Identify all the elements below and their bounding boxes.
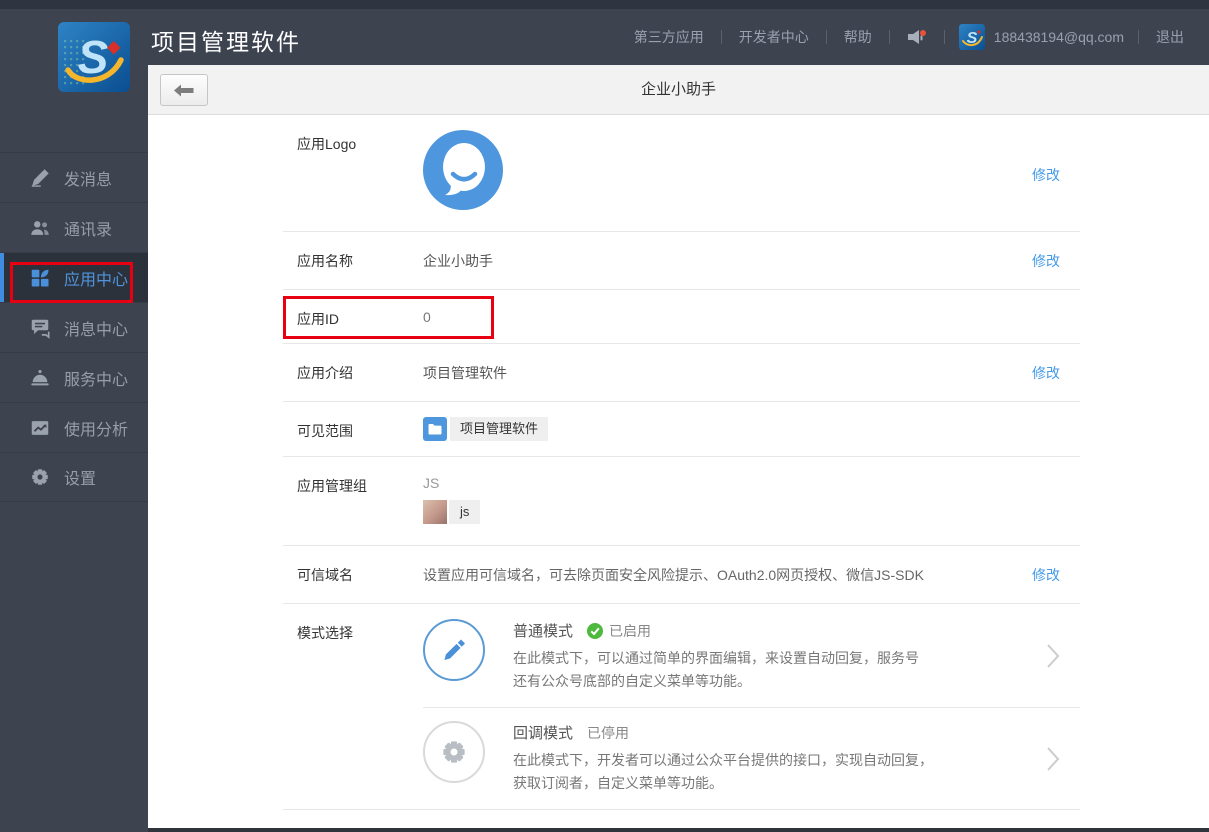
row-app-name: 应用名称 企业小助手 修改 — [283, 232, 1080, 290]
chevron-right-icon[interactable] — [1046, 643, 1060, 669]
department-tag-label: 项目管理软件 — [450, 417, 549, 441]
field-label: 应用Logo — [297, 136, 357, 152]
app-chat-bubble-logo — [423, 130, 503, 210]
nav-developer-center[interactable]: 开发者中心 — [722, 27, 826, 47]
mode-normal[interactable]: 普通模式 已启用 在此模式下，可以通过简单的界面编辑，来设置自动回复，服务号 还… — [423, 604, 1080, 707]
row-mode-select: 模式选择 普通模式 已启用 在此模式下，可以通过简单的界面编辑，来设置自动回复，… — [283, 604, 1080, 810]
page-title: 企业小助手 — [640, 81, 716, 98]
page-titlebar: 企业小助手 — [148, 65, 1209, 115]
back-button[interactable] — [160, 74, 208, 106]
sidebar-item-label: 应用中心 — [64, 271, 129, 289]
page: S 项目管理软件 第三方应用 开发者中心 帮助 S 188438194@qq.c… — [0, 0, 1209, 832]
admin-member-tag: js — [423, 500, 481, 524]
compose-icon — [31, 168, 49, 187]
field-label: 应用ID — [297, 311, 339, 327]
sidebar-item-label: 服务中心 — [64, 371, 129, 389]
modify-link[interactable]: 修改 — [1032, 251, 1060, 271]
announcement-speaker-icon[interactable] — [890, 28, 944, 46]
service-bell-icon — [31, 369, 49, 385]
sidebar-item-label: 消息中心 — [64, 321, 129, 339]
sidebar-item-label: 设置 — [64, 471, 97, 488]
mode-description-line2: 还有公众号底部的自定义菜单等功能。 — [513, 673, 751, 689]
sidebar-item-label: 发消息 — [64, 171, 113, 189]
mode-status-text: 已停用 — [587, 724, 630, 741]
admin-group-name: JS — [423, 475, 440, 491]
back-arrow-icon — [174, 84, 194, 96]
contacts-icon — [31, 220, 49, 235]
app-title: 项目管理软件 — [151, 29, 301, 55]
field-label: 模式选择 — [297, 625, 353, 641]
field-value: 0 — [423, 309, 431, 325]
sidebar-item-usage-analytics[interactable]: 使用分析 — [0, 402, 148, 452]
apps-icon — [31, 269, 49, 287]
modify-link[interactable]: 修改 — [1032, 565, 1060, 585]
sidebar-item-contacts[interactable]: 通讯录 — [0, 202, 148, 252]
chevron-right-icon[interactable] — [1046, 746, 1060, 772]
field-label: 可见范围 — [297, 423, 353, 439]
logout-button[interactable]: 退出 — [1139, 27, 1201, 47]
sidebar-item-send-message[interactable]: 发消息 — [0, 152, 148, 202]
pencil-mode-badge — [423, 619, 485, 681]
analytics-icon — [31, 420, 49, 435]
bottom-edge — [148, 828, 1209, 832]
main-content: 企业小助手 应用Logo 修改 应用名称 企业小助手 修改 应用ID 0 应用介… — [148, 65, 1209, 832]
modify-link[interactable]: 修改 — [1032, 363, 1060, 383]
chat-icon — [31, 319, 50, 339]
member-name: js — [449, 500, 481, 524]
pencil-icon — [444, 639, 465, 660]
sidebar: 发消息 通讯录 应用中心 消息中心 服务中心 使用分析 设置 — [0, 65, 148, 832]
mode-name: 普通模式 — [513, 623, 574, 640]
field-label: 应用管理组 — [297, 478, 367, 494]
row-app-logo: 应用Logo 修改 — [283, 115, 1080, 232]
field-value: 企业小助手 — [423, 253, 493, 269]
row-trusted-domain: 可信域名 设置应用可信域名，可去除页面安全风险提示、OAuth2.0网页授权、微… — [283, 546, 1080, 604]
member-avatar — [423, 500, 447, 524]
nav-help[interactable]: 帮助 — [827, 27, 889, 47]
row-visible-scope: 可见范围 项目管理软件 — [283, 402, 1080, 457]
field-value: 设置应用可信域名，可去除页面安全风险提示、OAuth2.0网页授权、微信JS-S… — [423, 567, 924, 583]
sidebar-item-label: 通讯录 — [64, 221, 113, 239]
top-navigation: 第三方应用 开发者中心 帮助 S 188438194@qq.com 退出 — [617, 9, 1201, 65]
department-folder-icon — [423, 417, 447, 441]
field-label: 应用介绍 — [297, 365, 353, 381]
app-settings-form: 应用Logo 修改 应用名称 企业小助手 修改 应用ID 0 应用介绍 项目管理… — [148, 115, 1209, 810]
company-logo: S — [58, 22, 130, 92]
sidebar-item-label: 使用分析 — [64, 421, 129, 439]
department-tag: 项目管理软件 — [423, 417, 549, 441]
user-avatar-icon: S — [958, 24, 985, 50]
mode-description-line2: 获取订阅者，自定义菜单等功能。 — [513, 775, 723, 791]
mode-callback[interactable]: 回调模式 已停用 在此模式下，开发者可以通过公众平台提供的接口，实现自动回复， … — [423, 707, 1080, 809]
sidebar-menu: 发消息 通讯录 应用中心 消息中心 服务中心 使用分析 设置 — [0, 152, 148, 502]
field-value: 项目管理软件 — [423, 365, 507, 381]
row-admin-group: 应用管理组 JS js — [283, 457, 1080, 546]
sidebar-item-service-center[interactable]: 服务中心 — [0, 352, 148, 402]
modify-link[interactable]: 修改 — [1032, 165, 1060, 185]
mode-status-text: 已启用 — [609, 622, 652, 639]
sidebar-item-settings[interactable]: 设置 — [0, 452, 148, 502]
mode-name: 回调模式 — [513, 725, 574, 742]
row-app-id: 应用ID 0 — [283, 290, 1080, 344]
mode-status: 已启用 — [587, 621, 651, 641]
field-label: 可信域名 — [297, 567, 353, 583]
sidebar-item-app-center[interactable]: 应用中心 — [0, 252, 148, 302]
sidebar-item-message-center[interactable]: 消息中心 — [0, 302, 148, 352]
mode-description-line1: 在此模式下，开发者可以通过公众平台提供的接口，实现自动回复， — [513, 752, 933, 768]
callback-gear-icon — [443, 741, 465, 763]
field-label: 应用名称 — [297, 253, 353, 269]
green-check-icon — [587, 622, 604, 639]
account-menu[interactable]: S 188438194@qq.com — [945, 24, 1138, 50]
nav-third-party-apps[interactable]: 第三方应用 — [617, 27, 721, 47]
mode-status: 已停用 — [587, 723, 629, 743]
gear-mode-badge — [423, 721, 485, 783]
account-email: 188438194@qq.com — [993, 29, 1124, 45]
row-app-intro: 应用介绍 项目管理软件 修改 — [283, 344, 1080, 402]
mode-description-line1: 在此模式下，可以通过简单的界面编辑，来设置自动回复，服务号 — [513, 650, 919, 666]
gear-icon — [32, 469, 48, 485]
